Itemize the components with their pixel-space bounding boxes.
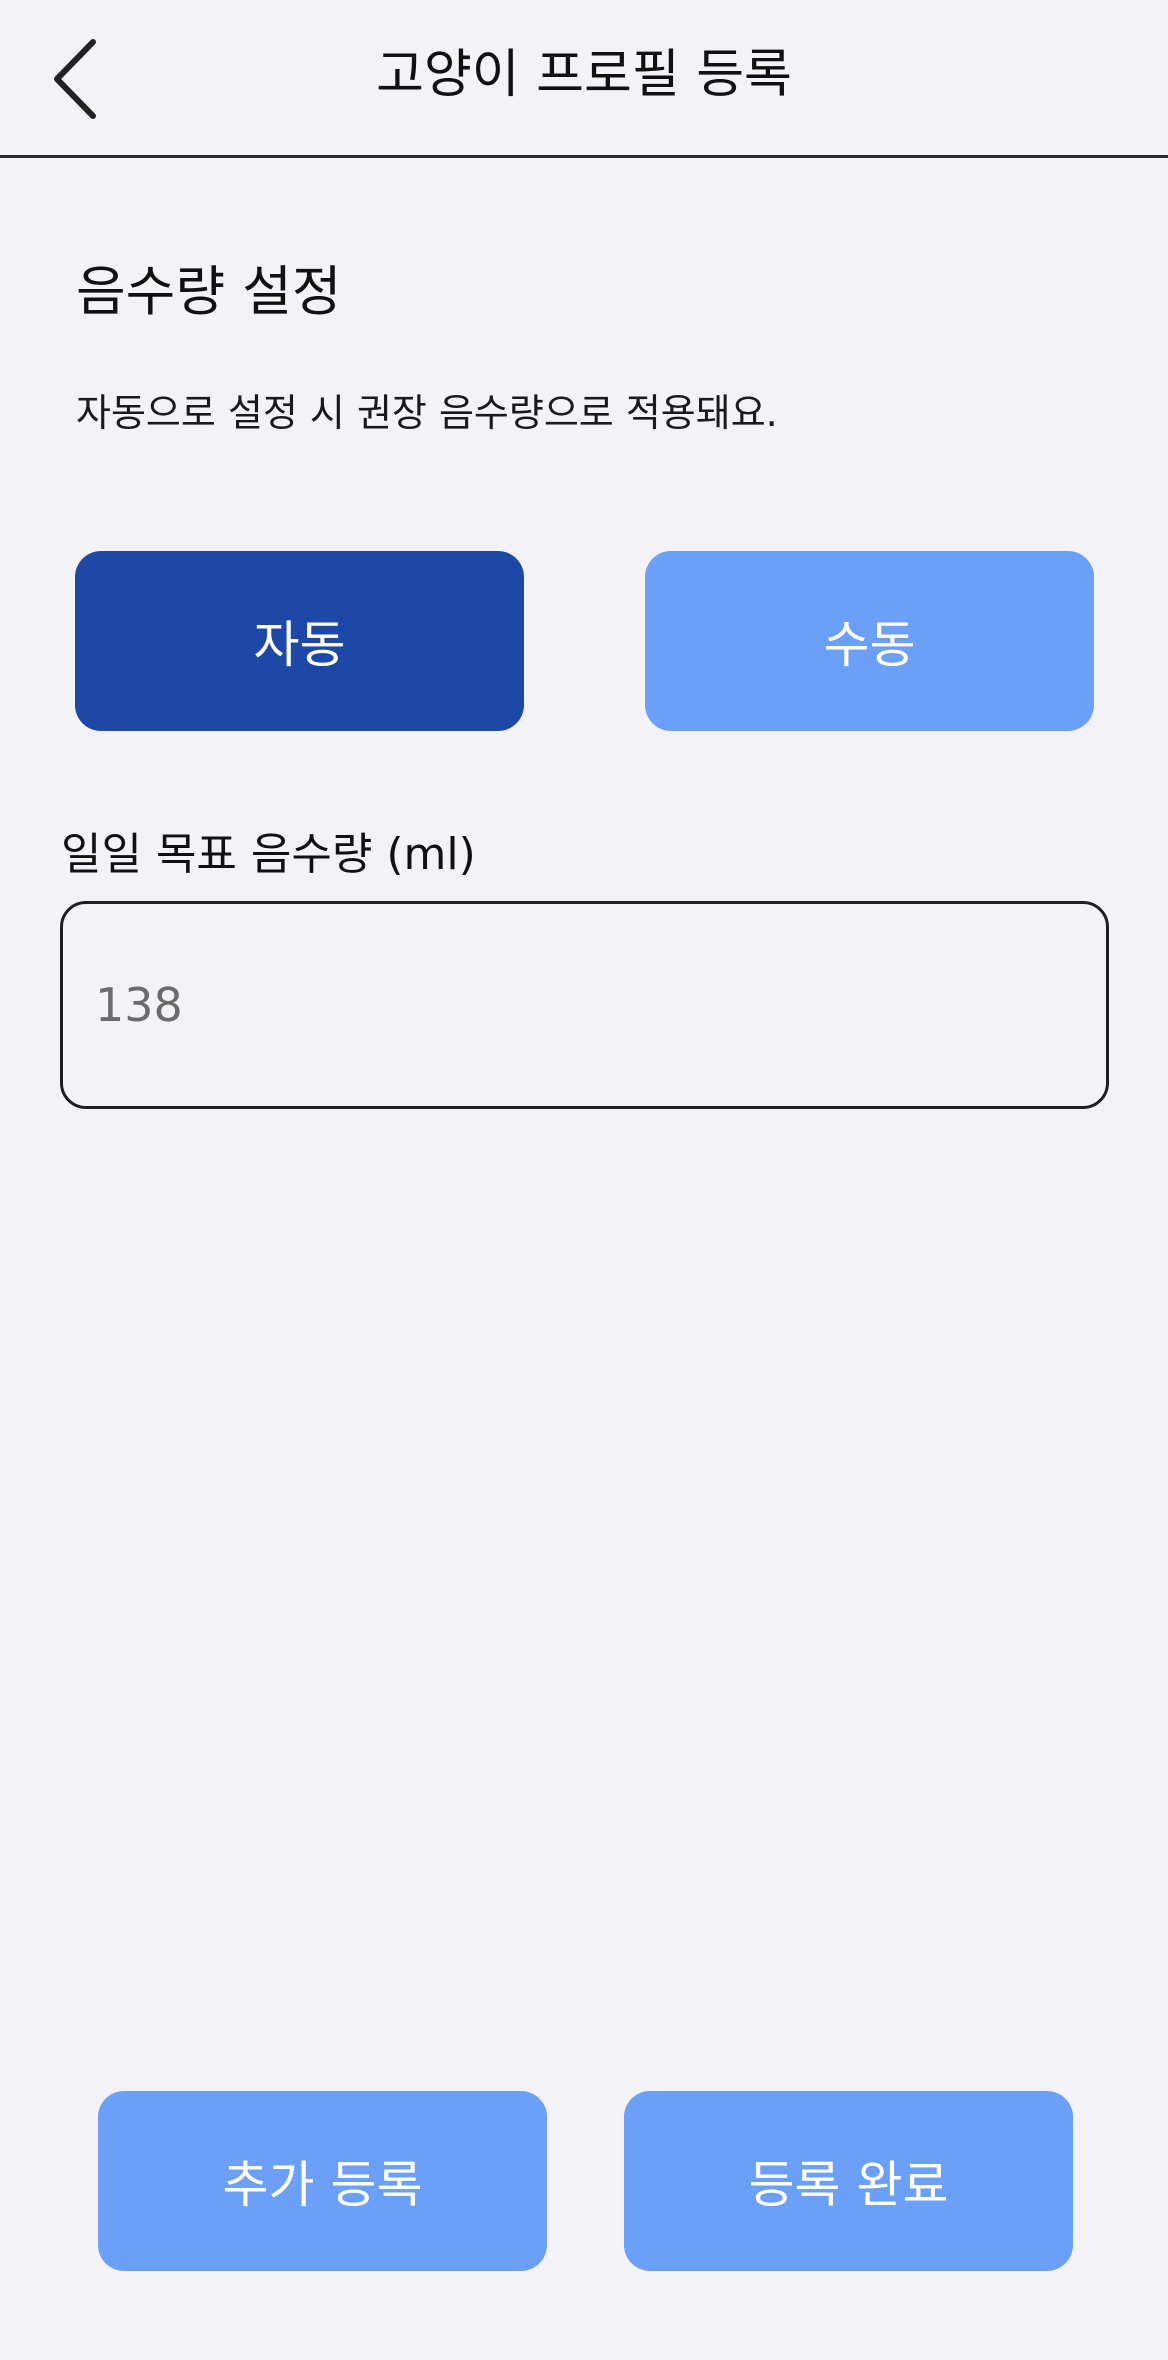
register-complete-button[interactable]: 등록 완료	[624, 2091, 1073, 2271]
add-register-button[interactable]: 추가 등록	[98, 2091, 547, 2271]
daily-goal-label: 일일 목표 음수량 (ml)	[61, 829, 476, 880]
section-title: 음수량 설정	[76, 260, 342, 323]
daily-goal-input[interactable]	[60, 901, 1109, 1109]
screen: 고양이 프로필 등록 음수량 설정 자동으로 설정 시 권장 음수량으로 적용돼…	[0, 0, 1168, 2360]
section-description: 자동으로 설정 시 권장 음수량으로 적용돼요.	[76, 391, 778, 435]
header-bar: 고양이 프로필 등록	[0, 0, 1168, 158]
auto-mode-button[interactable]: 자동	[75, 551, 524, 731]
manual-mode-button[interactable]: 수동	[645, 551, 1094, 731]
page-title: 고양이 프로필 등록	[376, 45, 792, 105]
